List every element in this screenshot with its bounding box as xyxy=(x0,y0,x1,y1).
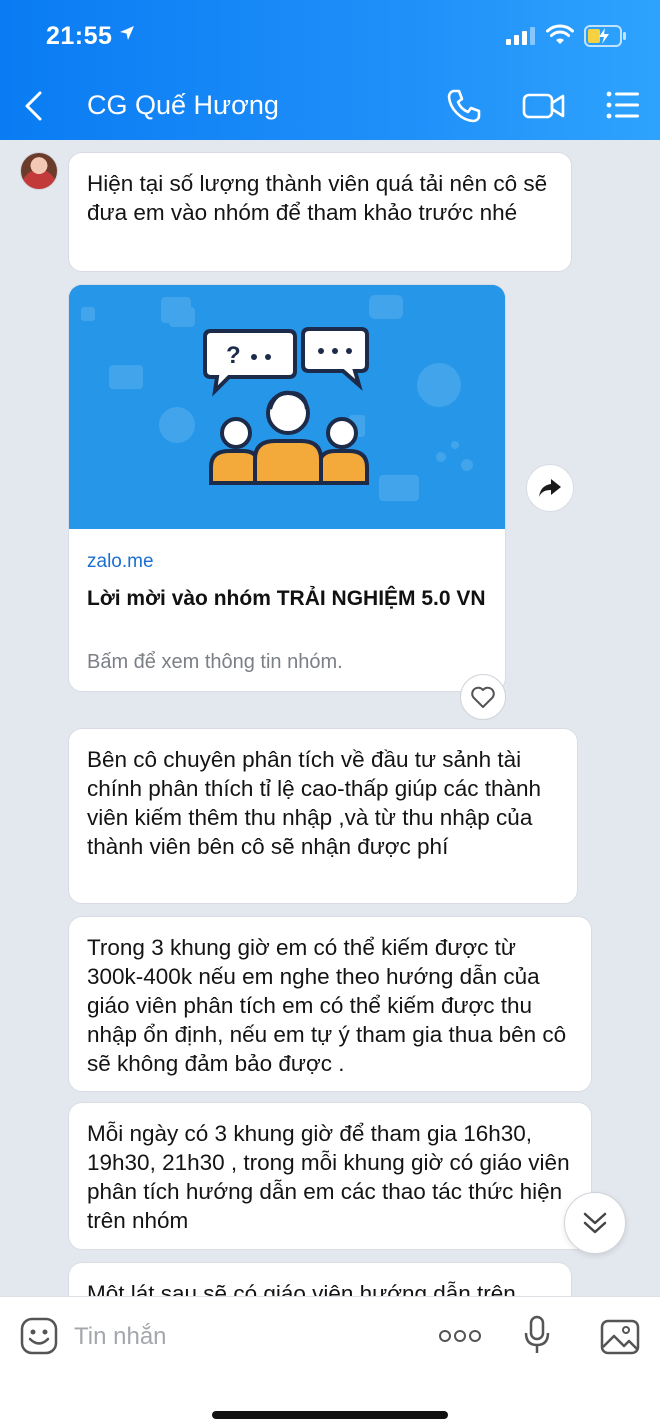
svg-text:?: ? xyxy=(226,342,241,369)
group-invite-card[interactable]: ? zalo.me Lời mời vào nhóm TRẢI NGHIỆM 5… xyxy=(68,284,506,692)
card-domain[interactable]: zalo.me xyxy=(87,551,154,573)
chat-title[interactable]: CG Quế Hương xyxy=(87,90,279,121)
forward-button[interactable] xyxy=(526,464,574,512)
group-chat-illustration: ? xyxy=(69,285,505,529)
image-gallery-icon[interactable] xyxy=(600,1319,640,1355)
heart-icon xyxy=(471,686,495,708)
microphone-icon[interactable] xyxy=(524,1315,550,1355)
forward-arrow-icon xyxy=(539,479,561,497)
card-title: Lời mời vào nhóm TRẢI NGHIỆM 5.0 VN xyxy=(87,587,486,610)
battery-charging-icon xyxy=(584,25,626,47)
status-time: 21:55 xyxy=(46,22,113,50)
message-input-bar xyxy=(0,1296,660,1428)
video-call-icon[interactable] xyxy=(522,90,566,122)
menu-list-icon[interactable] xyxy=(606,90,640,120)
sticker-emoji-icon[interactable] xyxy=(20,1317,58,1355)
message-bubble[interactable]: Mỗi ngày có 3 khung giờ để tham gia 16h3… xyxy=(68,1102,592,1250)
message-bubble[interactable]: Hiện tại số lượng thành viên quá tải nên… xyxy=(68,152,572,272)
chat-screen: 21:55 CG Quế Hương Hiện tại số lượng thà… xyxy=(0,0,660,1428)
scroll-to-bottom-button[interactable] xyxy=(564,1192,626,1254)
double-chevron-down-icon xyxy=(583,1212,607,1234)
location-arrow-icon xyxy=(120,26,134,40)
message-text: Trong 3 khung giờ em có thể kiếm được từ… xyxy=(87,935,567,1076)
card-description: Bấm để xem thông tin nhóm. xyxy=(87,651,343,673)
sender-avatar[interactable] xyxy=(20,152,58,190)
message-text: Mỗi ngày có 3 khung giờ để tham gia 16h3… xyxy=(87,1121,570,1233)
back-chevron-icon[interactable] xyxy=(20,90,48,122)
nav-bar: CG Quế Hương xyxy=(0,76,660,136)
status-bar: 21:55 xyxy=(0,18,660,58)
message-bubble[interactable]: Bên cô chuyên phân tích về đầu tư sảnh t… xyxy=(68,728,578,904)
message-text: Hiện tại số lượng thành viên quá tải nên… xyxy=(87,171,548,225)
message-input[interactable] xyxy=(74,1319,414,1355)
wifi-icon xyxy=(546,24,574,44)
cellular-signal-icon xyxy=(506,27,535,45)
react-heart-button[interactable] xyxy=(460,674,506,720)
more-options-icon[interactable] xyxy=(438,1329,482,1343)
phone-call-icon[interactable] xyxy=(446,88,482,124)
message-text: Bên cô chuyên phân tích về đầu tư sảnh t… xyxy=(87,747,542,859)
message-bubble[interactable]: Trong 3 khung giờ em có thể kiếm được từ… xyxy=(68,916,592,1092)
chat-header: 21:55 CG Quế Hương xyxy=(0,0,660,140)
home-indicator xyxy=(212,1411,448,1419)
